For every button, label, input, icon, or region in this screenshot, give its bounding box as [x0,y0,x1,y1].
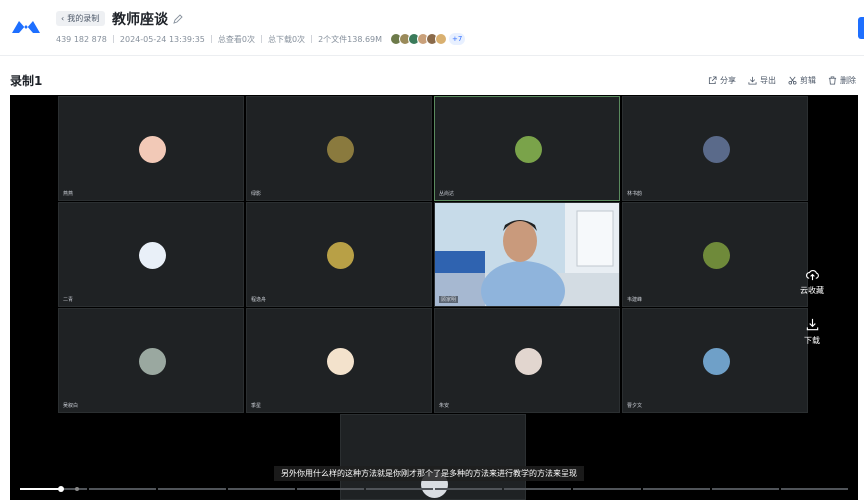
participant-tile: 林书韵 [622,96,808,201]
header-action-button[interactable] [858,17,864,39]
participant-name: 林书韵 [627,191,643,197]
avatar [703,242,730,269]
progress-segment [435,488,503,490]
side-download-button[interactable]: 下载 [804,317,820,346]
participant-tile: 吴叙白 [58,308,244,413]
more-viewers-badge[interactable]: +7 [449,33,466,45]
cloud-save-button[interactable]: 云收藏 [800,267,824,296]
page-title-text: 教师座谈 [112,12,168,28]
avatar [515,136,542,163]
video-player[interactable]: 燕燕 绿影 丛尚达 林书韵二青 程逸舟 顾家明 韦建峰吴叙白 季星 朱安 曹夕文 云收藏 下载 另… [10,95,858,500]
progress-segment [504,488,572,490]
avatar [327,136,354,163]
subtitle-caption: 另外你用什么样的这种方法就是你刚才那个了是多种的方法来进行教学的方法来呈现 [274,466,584,481]
participant-name: 程逸舟 [251,297,267,303]
scissors-icon [788,76,797,85]
progress-segment [89,488,157,490]
back-button[interactable]: ‹ 我的录制 [56,11,106,26]
participant-name: 丛尚达 [439,191,455,197]
participant-tile: 顾家明 [434,202,620,307]
avatar [139,242,166,269]
speaker-video [435,203,619,306]
progress-segment [780,488,849,490]
participant-tile: 丛尚达 [434,96,620,201]
share-icon [708,76,717,85]
recording-meta: 439 182 878 2024-05-24 13:39:35 总查看0次 总下… [56,33,466,45]
recording-toolbar: 分享 导出 剪辑 删除 [708,75,856,86]
participant-tile: 燕燕 [58,96,244,201]
participant-tile: 季星 [246,308,432,413]
edit-icon[interactable] [173,14,183,24]
participant-name: 二青 [63,297,74,303]
avatar [515,348,542,375]
view-count: 总查看0次 [217,34,255,44]
progress-knob[interactable] [58,486,65,492]
tencent-meeting-logo [12,21,40,33]
viewer-avatars[interactable]: +7 [390,33,466,45]
meeting-id: 439 182 878 [56,34,107,44]
avatar [139,348,166,375]
participant-name: 朱安 [439,403,450,409]
trash-icon [828,76,837,85]
participant-name: 曹夕文 [627,403,643,409]
cloud-save-label: 云收藏 [800,286,824,295]
share-label: 分享 [720,76,736,85]
avatar [139,136,166,163]
cloud-upload-icon [805,269,819,281]
progress-segment [642,488,710,490]
avatar [703,348,730,375]
download-count: 总下载0次 [267,34,306,44]
avatar [327,348,354,375]
participant-name: 韦建峰 [627,297,643,303]
progress-segment [711,488,779,490]
participant-tile: 曹夕文 [622,308,808,413]
recording-datetime: 2024-05-24 13:39:35 [119,34,205,44]
back-button-label: 我的录制 [67,14,100,23]
participant-name: 绿影 [251,191,262,197]
progress-segment [296,488,364,490]
export-button[interactable]: 导出 [748,75,776,86]
progress-segment [158,488,226,490]
playback-progress-bar[interactable] [20,486,849,492]
progress-played [20,488,62,490]
avatar [435,33,448,45]
avatar [703,136,730,163]
participant-name: 吴叙白 [63,403,79,409]
clip-label: 剪辑 [800,76,816,85]
avatar [327,242,354,269]
participant-name: 顾家明 [439,296,459,303]
participant-tile: 二青 [58,202,244,307]
recording-title: 录制1 [10,74,43,88]
side-download-label: 下载 [804,336,820,345]
download-icon [806,318,818,331]
share-button[interactable]: 分享 [708,75,736,86]
participant-name: 季星 [251,403,262,409]
file-info: 2个文件138.69M [318,34,383,44]
progress-segment [365,488,434,490]
participant-tile: 绿影 [246,96,432,201]
delete-button[interactable]: 删除 [828,75,856,86]
clip-button[interactable]: 剪辑 [788,75,816,86]
progress-segment [227,488,295,490]
page-title: 教师座谈 [112,9,183,29]
participant-name: 燕燕 [63,191,74,197]
progress-segment [573,488,641,490]
export-icon [748,76,757,85]
participant-tile: 朱安 [434,308,620,413]
app-header: ‹ 我的录制 教师座谈 439 182 878 2024-05-24 13:39… [0,0,864,56]
export-label: 导出 [760,76,776,85]
buffer-marker [75,487,80,491]
participant-tile: 程逸舟 [246,202,432,307]
delete-label: 删除 [840,76,856,85]
chevron-left-icon: ‹ [61,14,65,23]
participant-tile: 韦建峰 [622,202,808,307]
